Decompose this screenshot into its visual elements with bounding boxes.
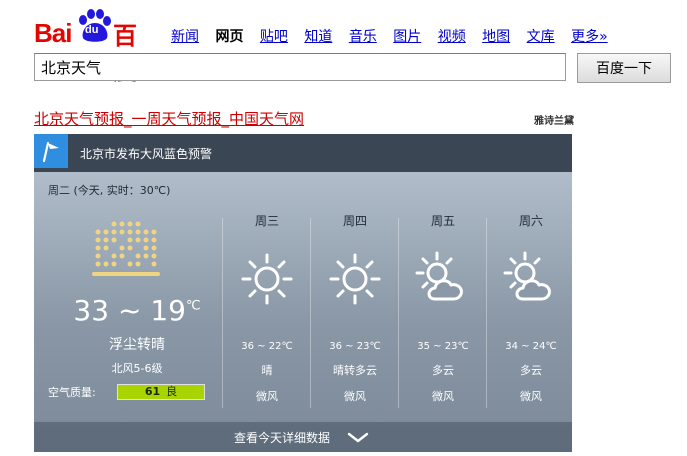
today-label: 周二 (今天, 实时：30℃) <box>48 184 171 197</box>
forecast-wind: 微风 <box>256 390 278 403</box>
nav-item-music[interactable]: 音乐 <box>349 29 377 45</box>
today-temp-value: 33 ~ 19 <box>73 294 186 327</box>
forecast-condition: 晴 <box>261 364 273 377</box>
weather-card: 北京市发布大风蓝色预警 周二 (今天, 实时：30℃) 33 ~ 19℃ 浮尘转… <box>34 134 572 452</box>
aqi-value: 61 <box>144 385 161 398</box>
forecast-day[interactable]: 周三 36 ~ 22℃ 晴 微风 <box>223 212 311 404</box>
nav-item-images[interactable]: 图片 <box>393 29 421 45</box>
alert-text: 北京市发布大风蓝色预警 <box>80 147 213 161</box>
sun-icon <box>329 253 381 305</box>
sun-icon <box>241 253 293 305</box>
search-button[interactable]: 百度一下 <box>577 53 671 83</box>
sun-cloud-icon <box>415 251 463 301</box>
dust-icon <box>92 221 160 276</box>
forecast-day-name: 周六 <box>518 214 543 228</box>
forecast-temp-range: 36 ~ 22℃ <box>241 341 293 352</box>
today-temp-unit: ℃ <box>185 298 201 314</box>
forecast-temp-range: 36 ~ 23℃ <box>329 341 381 352</box>
air-quality-label: 空气质量: <box>48 386 96 399</box>
nav-item-wenku[interactable]: 文库 <box>527 29 555 45</box>
nav-item-zhidao[interactable]: 知道 <box>304 29 332 45</box>
search-input[interactable] <box>34 53 566 81</box>
nav-item-video[interactable]: 视频 <box>438 29 466 45</box>
forecast-temp-range: 35 ~ 23℃ <box>417 341 469 352</box>
forecast-day-name: 周三 <box>254 214 279 228</box>
sun-cloud-icon <box>503 251 551 301</box>
today-condition: 浮尘转晴 <box>109 337 165 353</box>
flag-icon <box>34 134 68 168</box>
alert-bar[interactable]: 北京市发布大风蓝色预警 <box>34 134 572 172</box>
forecast-day[interactable]: 周四 36 ~ 23℃ 晴转多云 微风 <box>311 212 399 404</box>
logo-text-du: du <box>85 24 99 36</box>
forecast-wind: 微风 <box>344 390 366 403</box>
result-title-link[interactable]: 北京天气预报_一周天气预报_中国天气网 <box>34 108 304 129</box>
today-wind: 北风5-6级 <box>111 362 163 375</box>
aqi-level: 良 <box>166 385 178 398</box>
air-quality-badge[interactable]: 61 良 <box>117 384 205 400</box>
details-toggle[interactable]: 查看今天详细数据 <box>34 422 572 452</box>
details-toggle-label: 查看今天详细数据 <box>234 431 331 445</box>
today-temp: 33 ~ 19℃ <box>72 294 202 327</box>
forecast-temp-range: 34 ~ 24℃ <box>505 341 557 352</box>
forecast-day[interactable]: 周六 34 ~ 24℃ 多云 微风 <box>487 212 572 404</box>
chevron-down-icon <box>347 432 369 443</box>
forecast-condition: 晴转多云 <box>333 364 377 377</box>
forecast-day[interactable]: 周五 35 ~ 23℃ 多云 微风 <box>399 212 487 404</box>
forecast-wind: 微风 <box>520 390 542 403</box>
nav-item-map[interactable]: 地图 <box>482 29 510 45</box>
forecast-wind: 微风 <box>432 390 454 403</box>
sponsor-label[interactable]: 雅诗兰黛 <box>534 112 574 127</box>
nav-item-web[interactable]: 网页 <box>215 29 243 45</box>
nav-item-more[interactable]: 更多» <box>571 29 608 45</box>
forecast-day-name: 周四 <box>342 214 367 228</box>
top-nav: 新闻 网页 贴吧 知道 音乐 图片 视频 地图 文库 更多» <box>171 26 620 46</box>
forecast-condition: 多云 <box>520 364 542 377</box>
nav-item-tieba[interactable]: 贴吧 <box>260 29 288 45</box>
forecast-condition: 多云 <box>432 364 454 377</box>
baidu-logo[interactable]: Bai du 百度 <box>34 8 154 85</box>
forecast-day-name: 周五 <box>430 214 455 228</box>
logo-text-bai: Bai <box>34 18 72 48</box>
nav-item-news[interactable]: 新闻 <box>171 29 199 45</box>
